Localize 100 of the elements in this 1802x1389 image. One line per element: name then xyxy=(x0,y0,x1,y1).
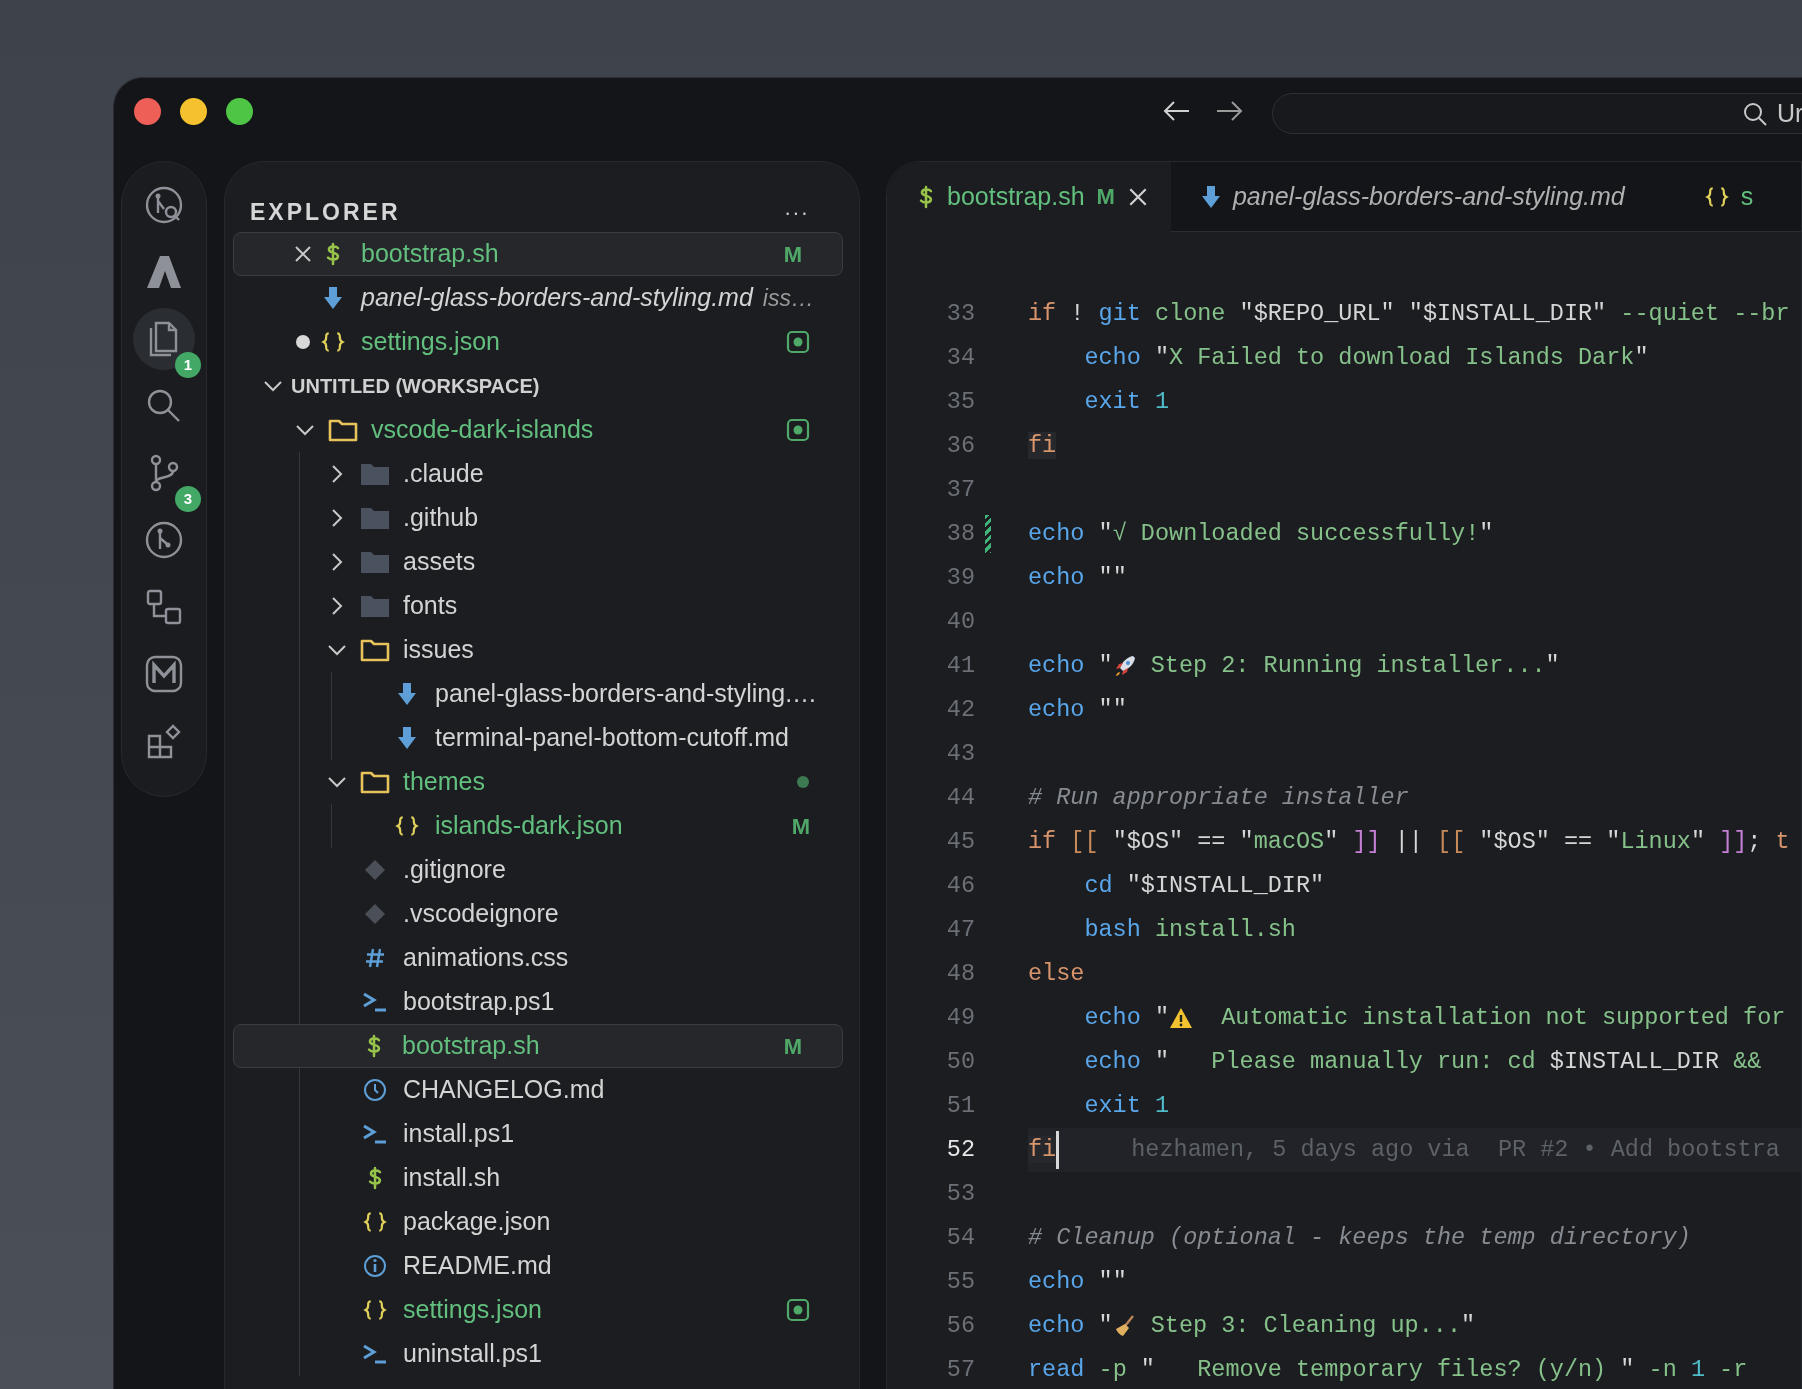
code-text: echo "" xyxy=(1028,1267,1127,1298)
close-icon[interactable] xyxy=(293,244,313,264)
line-number: 36 xyxy=(945,431,975,462)
git-status-label: M xyxy=(783,1032,802,1061)
line-number: 51 xyxy=(945,1091,975,1122)
line-number: 43 xyxy=(945,739,975,770)
code-text: Automatic installation not supported for xyxy=(1220,1003,1786,1034)
tree-item[interactable]: .claude xyxy=(225,452,859,496)
file-name: assets xyxy=(403,546,476,578)
code-text: echo " xyxy=(1028,1311,1113,1342)
tab-label: s xyxy=(1740,180,1754,212)
tab-label: bootstrap.sh xyxy=(947,180,1085,212)
file-name: CHANGELOG.md xyxy=(403,1074,605,1106)
file-name: islands-dark.json xyxy=(435,810,623,842)
line-number: 45 xyxy=(945,827,975,858)
warning-icon xyxy=(1169,1006,1194,1030)
editor-tab[interactable]: bootstrap.sh M xyxy=(887,162,1171,232)
tree-item[interactable]: assets xyxy=(225,540,859,584)
tree-item[interactable]: .gitignore xyxy=(225,848,859,892)
tree-item[interactable]: .vscodeignore xyxy=(225,892,859,936)
file-name: animations.css xyxy=(403,942,569,974)
code-text: read -p " Remove temporary files? (y/n) " -n 1 -r xyxy=(1028,1355,1748,1386)
file-name: panel-glass-borders-and-styling.… xyxy=(435,678,818,710)
file-name: panel-glass-borders-and-styling.md xyxy=(361,282,753,314)
zoom-window-button[interactable] xyxy=(226,98,253,125)
more-actions-button[interactable]: ··· xyxy=(784,195,809,229)
tree-item[interactable]: fonts xyxy=(225,584,859,628)
git-status-label: M xyxy=(1096,183,1115,211)
git-status-label: M xyxy=(791,812,810,841)
tree-item[interactable]: uninstall.ps1 xyxy=(225,1332,859,1376)
line-number: 44 xyxy=(945,783,975,814)
tree-item[interactable]: install.ps1 xyxy=(225,1112,859,1156)
code-text: if [[ "$OS" == "macOS" ]] || [[ "$OS" == "Linux" ]]; t xyxy=(1028,827,1790,858)
code-text: bash install.sh xyxy=(1084,915,1296,946)
tree-item[interactable]: islands-dark.json M xyxy=(225,804,859,848)
tree-item[interactable]: package.json xyxy=(225,1200,859,1244)
tree-item[interactable]: animations.css xyxy=(225,936,859,980)
file-name: install.ps1 xyxy=(403,1118,515,1150)
tree-item[interactable]: .github xyxy=(225,496,859,540)
code-text: else xyxy=(1028,959,1085,990)
code-text: echo "" xyxy=(1028,695,1127,726)
tree-item[interactable]: themes xyxy=(225,760,859,804)
line-number: 55 xyxy=(945,1267,975,1298)
code-text: fi xyxy=(1028,431,1057,462)
line-number: 47 xyxy=(945,915,975,946)
file-name: themes xyxy=(403,766,485,798)
search-icon xyxy=(1743,101,1767,126)
code-text: Step 2: Running installer..." xyxy=(1149,651,1560,682)
code-text: echo " xyxy=(1084,1003,1170,1034)
line-number: 48 xyxy=(945,959,975,990)
minimize-window-button[interactable] xyxy=(180,98,207,125)
tree-item[interactable]: issues xyxy=(225,628,859,672)
code-text: exit 1 xyxy=(1084,387,1170,418)
file-name: README.md xyxy=(403,1250,552,1282)
line-number: 46 xyxy=(945,871,975,902)
tree-item[interactable]: panel-glass-borders-and-styling.… xyxy=(225,672,859,716)
line-number: 37 xyxy=(945,475,975,506)
file-name: .claude xyxy=(403,458,484,490)
tree-item[interactable]: README.md xyxy=(225,1244,859,1288)
file-description: iss… xyxy=(762,283,814,313)
line-number: 50 xyxy=(945,1047,975,1078)
file-name: settings.json xyxy=(403,1294,542,1326)
code-text: echo " Please manually run: cd $INSTALL_DIR && xyxy=(1084,1047,1762,1078)
close-window-button[interactable] xyxy=(134,98,161,125)
code-text: echo " xyxy=(1028,651,1113,682)
tree-item[interactable]: terminal-panel-bottom-cutoff.md xyxy=(225,716,859,760)
tree-item[interactable]: install.sh xyxy=(225,1156,859,1200)
line-number: 49 xyxy=(945,1003,975,1034)
open-editor-item[interactable]: bootstrap.sh M xyxy=(233,232,843,276)
file-name: install.sh xyxy=(403,1162,501,1194)
tree-item[interactable]: bootstrap.ps1 xyxy=(225,980,859,1024)
line-number: 41 xyxy=(945,651,975,682)
line-number: 39 xyxy=(945,563,975,594)
line-number: 42 xyxy=(945,695,975,726)
line-number: 53 xyxy=(945,1179,975,1210)
open-editor-item[interactable]: settings.json xyxy=(225,320,859,364)
open-editor-item[interactable]: panel-glass-borders-and-styling.md iss… xyxy=(225,276,859,320)
git-status-label: M xyxy=(783,240,802,269)
tree-item[interactable]: CHANGELOG.md xyxy=(225,1068,859,1112)
file-name: bootstrap.ps1 xyxy=(403,986,555,1018)
line-number: 33 xyxy=(945,299,975,330)
line-number: 56 xyxy=(945,1311,975,1342)
file-name: package.json xyxy=(403,1206,551,1238)
code-text: exit 1 xyxy=(1084,1091,1170,1122)
text-cursor xyxy=(1056,1131,1060,1169)
code-text: echo "√ Downloaded successfully!" xyxy=(1028,519,1494,550)
tree-item[interactable]: settings.json xyxy=(225,1288,859,1332)
tree-item[interactable]: bootstrap.sh M xyxy=(233,1024,843,1068)
section-title: UNTITLED (WORKSPACE) xyxy=(291,374,540,399)
count-badge: 3 xyxy=(175,486,201,512)
line-number: 54 xyxy=(945,1223,975,1254)
file-name: settings.json xyxy=(361,326,500,358)
tree-item[interactable]: vscode-dark-islands xyxy=(225,408,859,452)
blame-annotation: hezhamen, 5 days ago via PR #2 • Add bootstra xyxy=(1131,1135,1780,1166)
m-logo-icon xyxy=(144,654,184,694)
count-badge: 1 xyxy=(175,352,201,378)
line-number: 38 xyxy=(945,519,975,550)
file-name: terminal-panel-bottom-cutoff.md xyxy=(435,722,789,754)
line-number: 35 xyxy=(945,387,975,418)
git-graph-icon xyxy=(144,520,184,560)
